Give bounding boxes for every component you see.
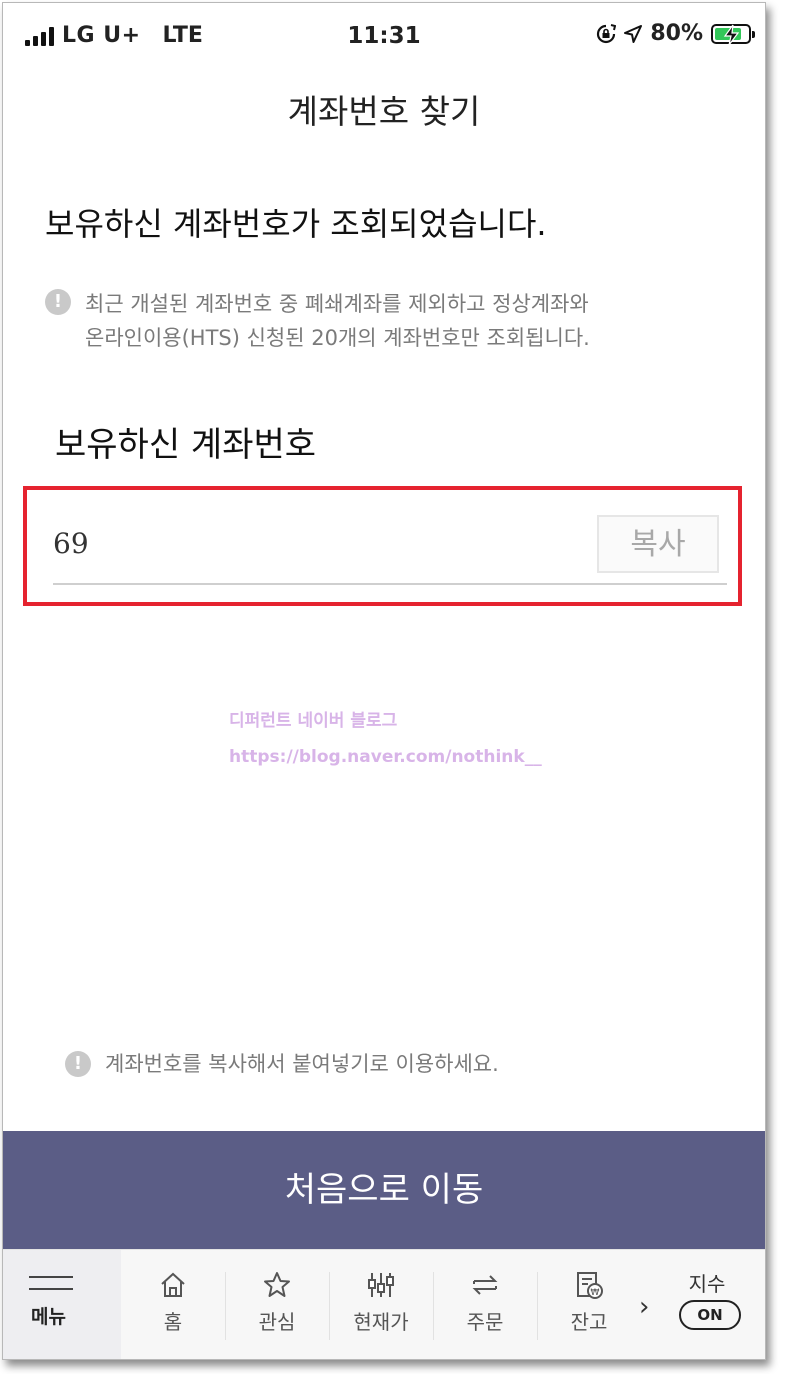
tab-menu[interactable]: 메뉴 [3,1250,121,1359]
home-icon [161,1272,185,1297]
battery-icon [711,23,755,45]
watermark-title: 디퍼런트 네이버 블로그 [229,711,398,731]
go-to-start-button[interactable]: 처음으로 이동 [3,1131,765,1249]
swap-arrows-icon [472,1275,498,1295]
result-heading: 보유하신 계좌번호가 조회되었습니다. [45,205,547,243]
star-icon [264,1272,290,1297]
info-line-2: 온라인이용(HTS) 신청된 20개의 계좌번호만 조회됩니다. [85,326,590,350]
tab-order-label: 주문 [466,1310,504,1334]
tab-favorites[interactable]: 관심 [225,1250,329,1359]
svg-text:₩: ₩ [591,1288,600,1298]
page-title: 계좌번호 찾기 [287,92,481,131]
info-exclamation-icon: ! [65,1051,91,1077]
balance-doc-icon: ₩ [577,1272,603,1299]
index-label: 지수 [688,1272,726,1296]
rotation-lock-icon [597,23,617,43]
copy-hint: ! 계좌번호를 복사해서 붙여넣기로 이용하세요. [65,1049,499,1079]
candlestick-icon [368,1273,394,1297]
account-number-field: 69 복사 [53,513,727,585]
info-line-1: 최근 개설된 계좌번호 중 폐쇄계좌를 제외하고 정상계좌와 [85,292,589,316]
tab-favorites-label: 관심 [258,1310,296,1334]
account-number-value: 69 [53,527,89,560]
tab-current-price-label: 현재가 [353,1310,409,1334]
tab-home-label: 홈 [163,1310,183,1334]
watermark-url: https://blog.naver.com/nothink__ [229,747,542,767]
chevron-right-icon[interactable]: › [639,1292,649,1322]
copy-hint-text: 계좌번호를 복사해서 붙여넣기로 이용하세요. [105,1052,499,1076]
battery-percent: 80% [650,21,703,46]
info-notice: ! 최근 개설된 계좌번호 중 폐쇄계좌를 제외하고 정상계좌와 온라인이용(H… [45,287,725,355]
account-section-label: 보유하신 계좌번호 [55,425,317,465]
tab-current-price[interactable]: 현재가 [329,1250,433,1359]
hamburger-icon [29,1276,73,1300]
tab-home[interactable]: 홈 [121,1250,225,1359]
location-arrow-icon [624,24,643,43]
status-bar: LG U+ LTE 11:31 80% [3,3,765,67]
status-right: 80% [596,21,755,46]
phone-screen: LG U+ LTE 11:31 80% 계좌번호 찾기 보유하신 계좌번호가 조… [2,2,766,1360]
index-toggle[interactable]: ON [679,1300,741,1330]
copy-button[interactable]: 복사 [597,515,719,573]
tab-order[interactable]: 주문 [433,1250,537,1359]
tab-menu-label: 메뉴 [31,1306,66,1328]
blog-watermark: 디퍼런트 네이버 블로그 https://blog.naver.com/noth… [229,703,542,775]
tab-balance[interactable]: ₩ 잔고 [537,1250,641,1359]
bottom-tab-bar: 메뉴 홈 관심 현재가 주문 ₩ 잔고 › 지수 ON [3,1249,765,1359]
info-exclamation-icon: ! [45,289,71,315]
tab-balance-label: 잔고 [570,1310,608,1334]
info-text: 최근 개설된 계좌번호 중 폐쇄계좌를 제외하고 정상계좌와 온라인이용(HTS… [85,287,590,355]
